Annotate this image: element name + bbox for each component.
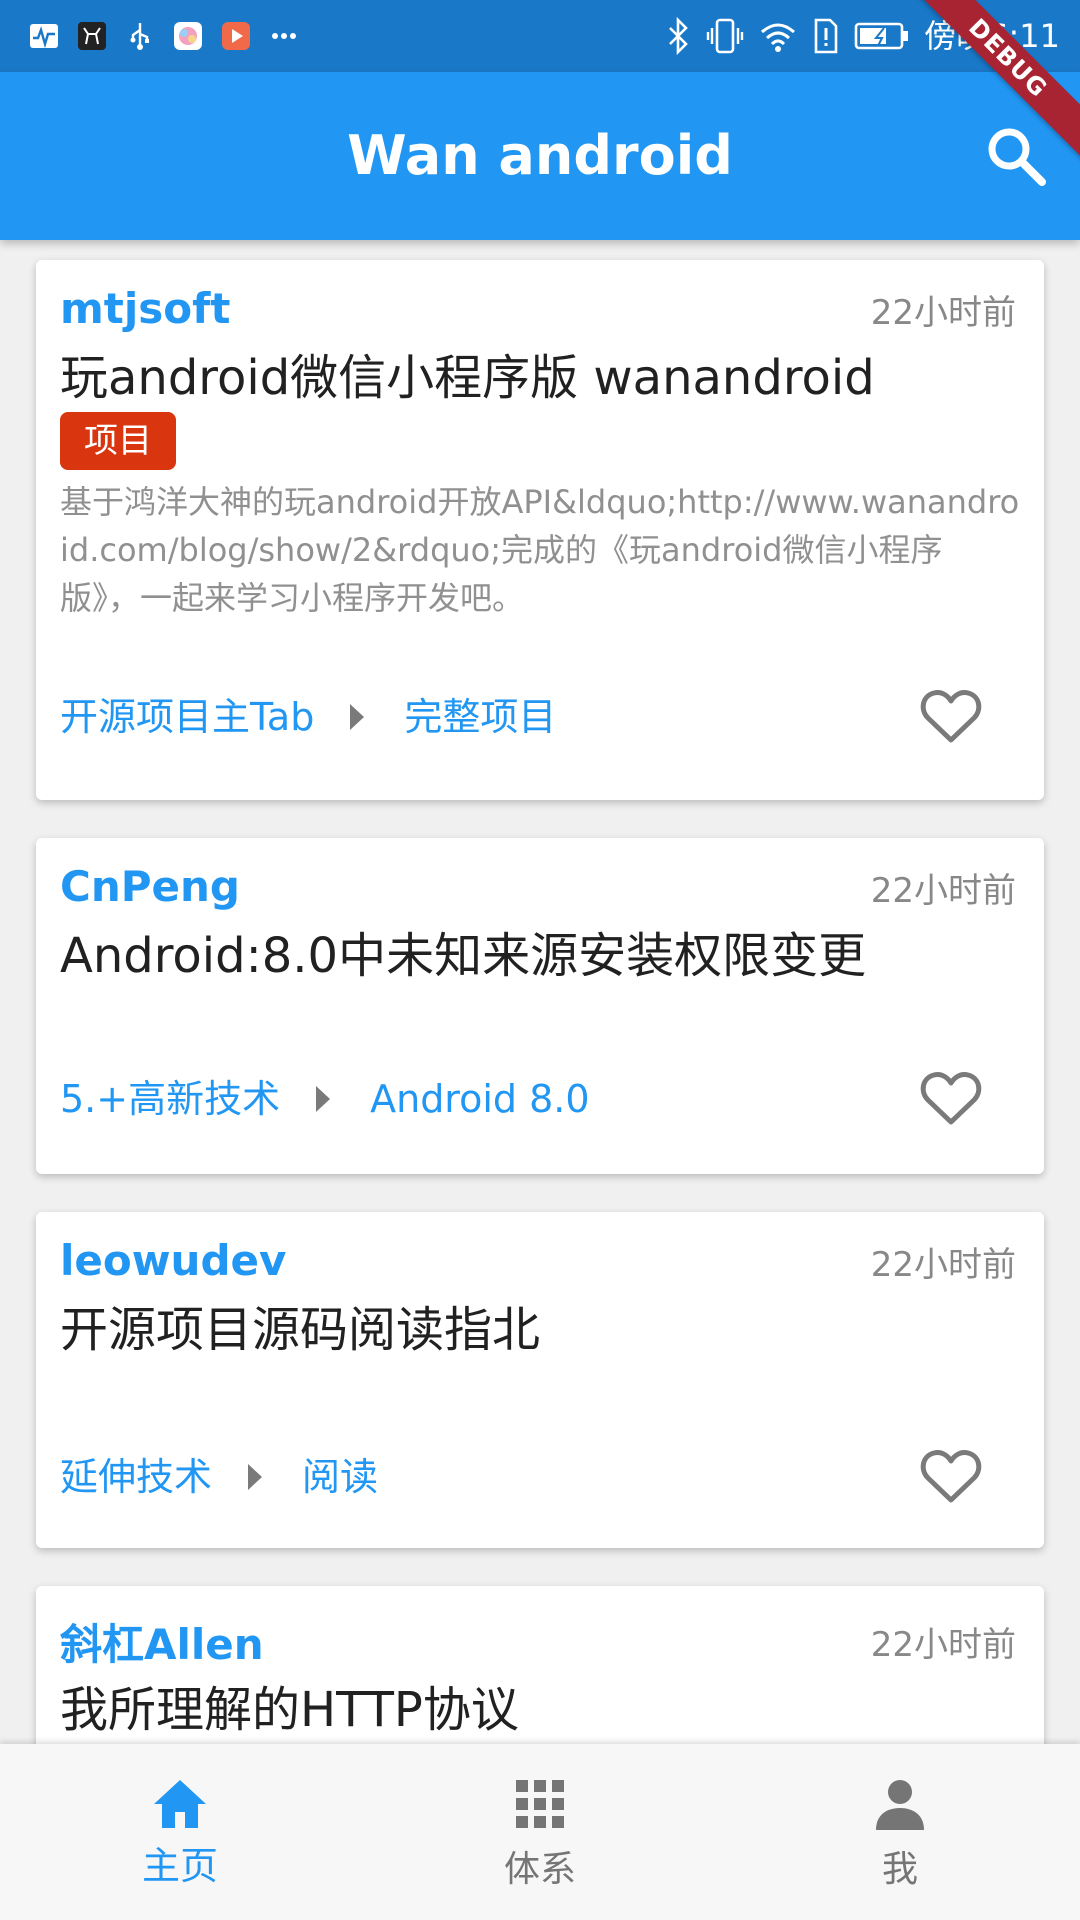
chevron-right-icon: [350, 704, 365, 730]
article-time: 22小时前: [870, 871, 1016, 911]
photos-icon: [174, 22, 202, 50]
search-icon[interactable]: [982, 122, 1050, 190]
article-title[interactable]: 玩android微信小程序版 wanandroid: [60, 348, 1020, 408]
article-chapter[interactable]: 开源项目主Tab 完整项目: [60, 692, 556, 742]
article-title[interactable]: 开源项目源码阅读指北: [60, 1300, 1020, 1360]
article-card[interactable]: 斜杠Allen 22小时前 我所理解的HTTP协议: [36, 1586, 1044, 1744]
vibrate-icon: [706, 18, 744, 54]
nav-label-system: 体系: [503, 1849, 576, 1890]
wifi-icon: [761, 23, 796, 52]
app-title: Wan android: [347, 124, 733, 187]
article-time: 22小时前: [870, 293, 1016, 333]
chapter-parent[interactable]: 开源项目主Tab: [60, 692, 314, 742]
heart-icon[interactable]: [920, 1070, 982, 1128]
nav-label-home: 主页: [141, 1844, 218, 1888]
alert-icon: [814, 18, 838, 54]
article-card[interactable]: mtjsoft 22小时前 玩android微信小程序版 wanandroid …: [36, 260, 1044, 800]
video-icon: [222, 22, 250, 50]
status-notification-icons: [28, 14, 300, 58]
usb-icon: [130, 23, 149, 50]
article-list[interactable]: mtjsoft 22小时前 玩android微信小程序版 wanandroid …: [0, 240, 1080, 1744]
article-title[interactable]: Android:8.0中未知来源安装权限变更: [60, 926, 1020, 986]
nav-item-system[interactable]: 体系: [360, 1744, 720, 1920]
app-bar: Wan android: [0, 72, 1080, 240]
app-screen: 傍晚6:11 DEBUG Wan android mtjsoft 22小时前 玩…: [0, 0, 1080, 1920]
article-author[interactable]: leowudev: [60, 1236, 286, 1286]
heart-icon[interactable]: [920, 688, 982, 746]
article-author[interactable]: mtjsoft: [60, 284, 230, 334]
article-author[interactable]: CnPeng: [60, 862, 240, 912]
nav-item-me[interactable]: 我: [720, 1744, 1080, 1920]
chapter-name[interactable]: 完整项目: [404, 692, 556, 742]
more-icon: [272, 33, 296, 39]
article-description: 基于鸿洋大神的玩android开放API&ldquo;http://www.wa…: [60, 483, 1020, 617]
article-chapter[interactable]: 延伸技术 阅读: [60, 1452, 378, 1502]
chapter-parent[interactable]: 5.+高新技术: [60, 1074, 280, 1124]
home-icon: [154, 1780, 206, 1828]
nav-label-me: 我: [881, 1849, 918, 1890]
nav-item-home[interactable]: 主页: [0, 1744, 360, 1920]
person-icon: [876, 1780, 924, 1830]
article-title[interactable]: 我所理解的HTTP协议: [60, 1680, 1020, 1740]
article-tag: 项目: [60, 412, 176, 470]
article-chapter[interactable]: 5.+高新技术 Android 8.0: [60, 1074, 590, 1124]
article-time: 22小时前: [870, 1245, 1016, 1285]
chevron-right-icon: [248, 1464, 263, 1490]
article-time: 22小时前: [870, 1625, 1016, 1665]
chapter-name[interactable]: Android 8.0: [370, 1074, 589, 1124]
bluetooth-icon: [669, 16, 688, 56]
status-bar: 傍晚6:11: [0, 0, 1080, 72]
heart-icon[interactable]: [920, 1448, 982, 1506]
battery-icon: [854, 22, 909, 50]
chapter-name[interactable]: 阅读: [302, 1452, 378, 1502]
article-author[interactable]: 斜杠Allen: [60, 1620, 264, 1670]
bottom-navigation: 主页 体系 我: [0, 1744, 1080, 1920]
chapter-parent[interactable]: 延伸技术: [60, 1452, 212, 1502]
article-card[interactable]: CnPeng 22小时前 Android:8.0中未知来源安装权限变更 5.+高…: [36, 838, 1044, 1174]
app-icon: [78, 22, 106, 50]
activity-monitor-icon: [30, 24, 58, 49]
article-card[interactable]: leowudev 22小时前 开源项目源码阅读指北 延伸技术 阅读: [36, 1212, 1044, 1548]
grid-icon: [516, 1780, 564, 1828]
chevron-right-icon: [316, 1086, 331, 1112]
